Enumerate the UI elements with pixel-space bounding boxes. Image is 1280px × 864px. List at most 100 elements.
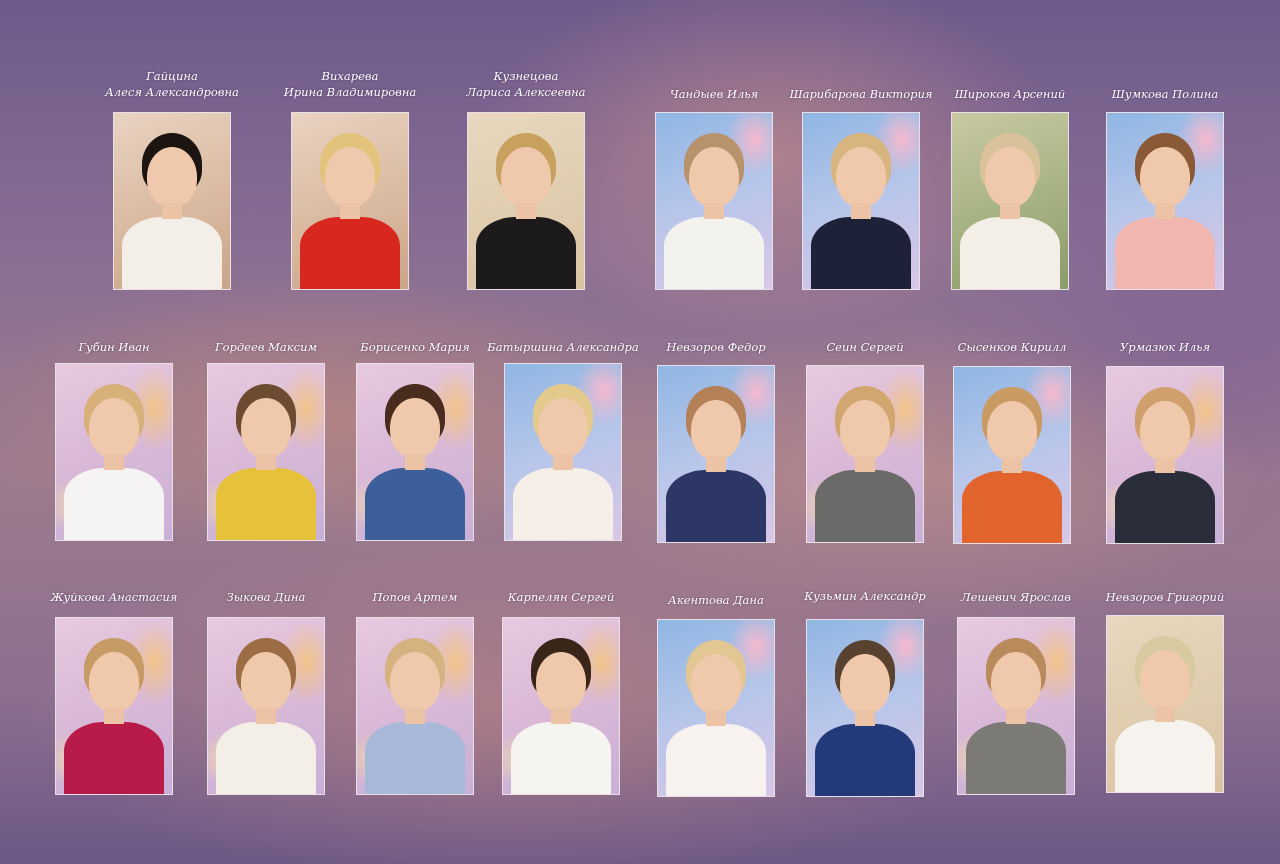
portrait-figure-face xyxy=(840,400,890,460)
portrait-photo xyxy=(951,112,1069,290)
portrait-photo xyxy=(467,112,585,290)
portrait-figure-face xyxy=(691,654,741,714)
portrait-figure-neck xyxy=(1155,706,1175,722)
portrait-photo xyxy=(657,619,775,797)
portrait-figure-neck xyxy=(1155,457,1175,473)
portrait-figure-face xyxy=(840,654,890,714)
portrait-figure-neck xyxy=(704,203,724,219)
portrait-figure-neck xyxy=(340,203,360,219)
portrait-figure-face xyxy=(1140,401,1190,461)
portrait-photo xyxy=(504,363,622,541)
portrait-figure-body xyxy=(666,724,766,796)
person-card: Сысенков Кирилл xyxy=(923,339,1101,544)
portrait-figure-body xyxy=(64,722,164,794)
portrait-figure-body xyxy=(216,722,316,794)
portrait-figure-face xyxy=(536,652,586,712)
portrait-figure-neck xyxy=(1155,203,1175,219)
portrait-figure-face xyxy=(1140,650,1190,710)
portrait-figure-neck xyxy=(553,454,573,470)
portrait-figure-body xyxy=(511,722,611,794)
portrait-figure-face xyxy=(325,147,375,207)
portrait-figure-neck xyxy=(851,203,871,219)
person-card: Широков Арсений xyxy=(921,86,1099,290)
portrait-figure-neck xyxy=(855,456,875,472)
portrait-photo xyxy=(806,619,924,797)
portrait-photo xyxy=(806,365,924,543)
portrait-figure-body xyxy=(216,468,316,540)
portrait-figure-body xyxy=(1115,471,1215,543)
portrait-figure-face xyxy=(241,398,291,458)
portrait-figure-body xyxy=(1115,720,1215,792)
portrait-figure-face xyxy=(501,147,551,207)
portrait-figure-neck xyxy=(706,456,726,472)
portrait-figure-neck xyxy=(405,454,425,470)
portrait-photo xyxy=(113,112,231,290)
portrait-figure-neck xyxy=(706,710,726,726)
portrait-photo xyxy=(1106,615,1224,793)
portrait-photo xyxy=(356,363,474,541)
portrait-figure-face xyxy=(390,398,440,458)
portrait-figure-body xyxy=(960,217,1060,289)
person-name: Гайцина Алеся Александровна xyxy=(105,69,239,99)
portrait-figure-neck xyxy=(551,708,571,724)
portrait-figure-body xyxy=(300,217,400,289)
portrait-figure-body xyxy=(122,217,222,289)
person-name: Вихарева Ирина Владимировна xyxy=(283,69,417,99)
portrait-photo xyxy=(1106,366,1224,544)
portrait-figure-face xyxy=(836,147,886,207)
portrait-figure-face xyxy=(689,147,739,207)
person-card: Батыршина Александра xyxy=(474,339,652,541)
portrait-photo xyxy=(957,617,1075,795)
portrait-photo xyxy=(207,617,325,795)
portrait-figure-face xyxy=(987,401,1037,461)
person-name: Шумкова Полина xyxy=(1111,87,1219,101)
portrait-figure-body xyxy=(815,470,915,542)
portrait-photo xyxy=(502,617,620,795)
portrait-figure-body xyxy=(962,471,1062,543)
portrait-figure-body xyxy=(365,722,465,794)
portrait-figure-body xyxy=(966,722,1066,794)
portrait-figure-face xyxy=(1140,147,1190,207)
portrait-photo xyxy=(953,366,1071,544)
portrait-photo xyxy=(655,112,773,290)
person-name: Кузнецова Лариса Алексеевна xyxy=(466,69,586,99)
portrait-figure-body xyxy=(815,724,915,796)
portrait-figure-body xyxy=(1115,217,1215,289)
portrait-photo xyxy=(1106,112,1224,290)
portrait-figure-face xyxy=(538,398,588,458)
portrait-photo xyxy=(207,363,325,541)
person-card: Карпелян Сергей xyxy=(472,589,650,795)
person-name: Батыршина Александра xyxy=(487,340,639,354)
person-name: Карпелян Сергей xyxy=(507,590,615,604)
person-name: Невзоров Григорий xyxy=(1105,590,1225,604)
person-name: Широков Арсений xyxy=(954,87,1066,101)
portrait-figure-neck xyxy=(256,454,276,470)
portrait-figure-face xyxy=(89,652,139,712)
person-name: Урмазюк Илья xyxy=(1119,340,1211,354)
person-card: Гайцина Алеся Александровна xyxy=(83,68,261,290)
portrait-figure-body xyxy=(476,217,576,289)
portrait-figure-face xyxy=(991,652,1041,712)
portrait-figure-neck xyxy=(1000,203,1020,219)
person-card: Кузнецова Лариса Алексеевна xyxy=(437,68,615,290)
portrait-figure-body xyxy=(664,217,764,289)
portrait-photo xyxy=(356,617,474,795)
portrait-photo xyxy=(55,617,173,795)
portrait-figure-neck xyxy=(104,454,124,470)
portrait-figure-body xyxy=(64,468,164,540)
portrait-figure-body xyxy=(365,468,465,540)
portrait-figure-body xyxy=(513,468,613,540)
portrait-figure-face xyxy=(985,147,1035,207)
portrait-figure-face xyxy=(147,147,197,207)
person-card: Шумкова Полина xyxy=(1076,86,1254,290)
portrait-figure-neck xyxy=(1002,457,1022,473)
portrait-figure-neck xyxy=(256,708,276,724)
portrait-figure-face xyxy=(89,398,139,458)
portrait-figure-neck xyxy=(405,708,425,724)
portrait-photo xyxy=(55,363,173,541)
person-name: Сысенков Кирилл xyxy=(957,340,1067,354)
portrait-figure-body xyxy=(811,217,911,289)
portrait-figure-neck xyxy=(162,203,182,219)
portrait-figure-neck xyxy=(516,203,536,219)
portrait-figure-neck xyxy=(855,710,875,726)
